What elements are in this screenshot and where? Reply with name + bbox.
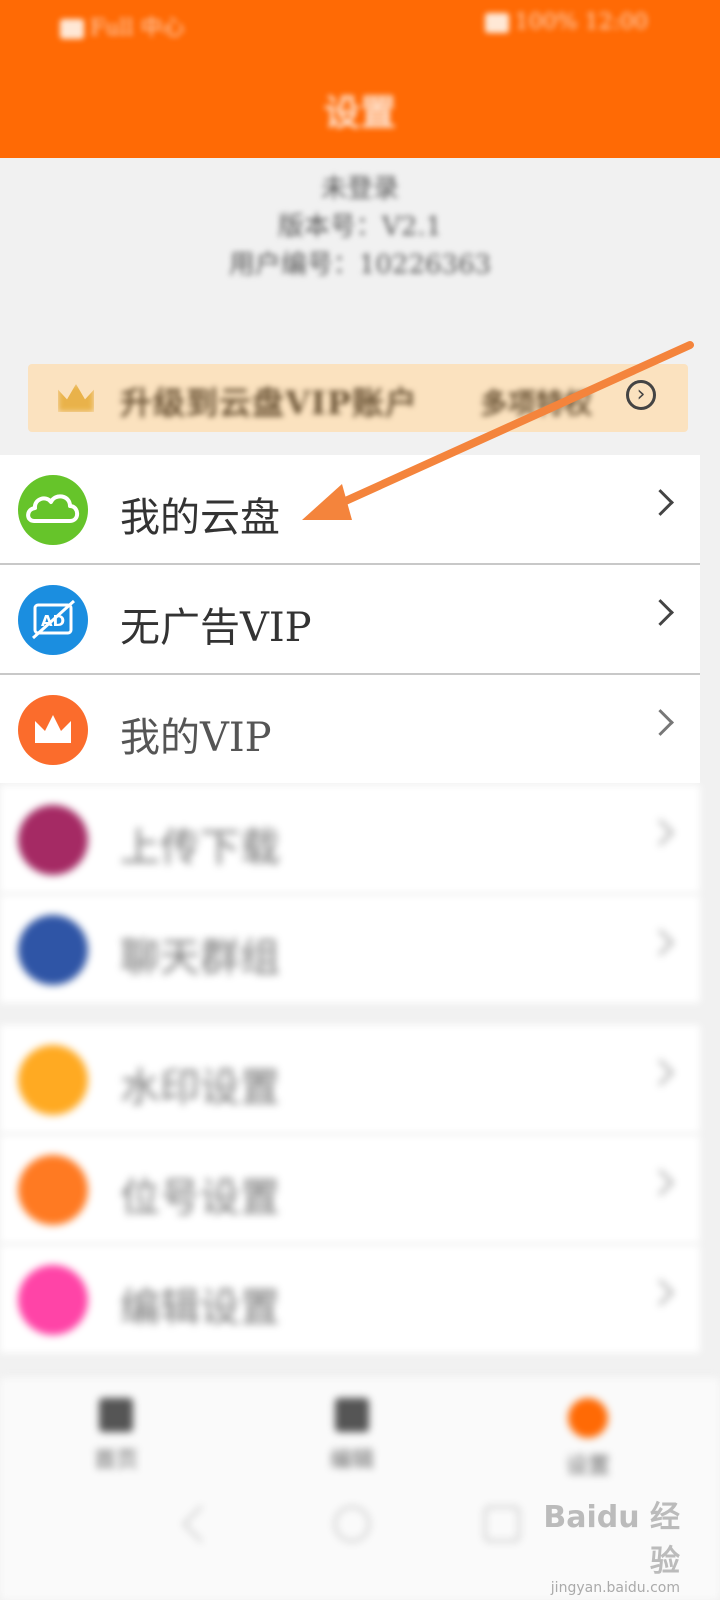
version-text: 版本号：V2.1	[277, 212, 443, 242]
menu-item-label: 位号设置	[120, 1175, 280, 1221]
chevron-right-icon	[647, 819, 674, 846]
menu-item-my-cloud[interactable]: 我的云盘	[0, 455, 700, 563]
menu-item-label: 我的云盘	[120, 495, 280, 541]
tab-edit-label: 编辑	[329, 1448, 374, 1473]
status-left-text: Full 中心	[90, 16, 185, 41]
status-bar-right: 100% 12:00	[484, 10, 648, 40]
chevron-right-circle-icon[interactable]: ›	[626, 380, 656, 410]
tab-settings-label: 设置	[565, 1454, 610, 1479]
status-right-text: 100% 12:00	[514, 10, 648, 35]
watermark-icon	[18, 1045, 88, 1115]
chevron-right-icon	[647, 1169, 674, 1196]
chevron-right-icon	[647, 709, 674, 736]
tab-home-label: 首页	[93, 1448, 138, 1473]
upload-icon	[18, 805, 88, 875]
vip-banner-subtext: 多项特权	[480, 387, 593, 420]
watermark-url: jingyan.baidu.com	[550, 1580, 680, 1596]
menu-item-label: 聊天群组	[120, 935, 280, 981]
account-info: 未登录 版本号：V2.1 用户编号：10226363	[0, 170, 720, 284]
number-icon	[18, 1155, 88, 1225]
notification-icon	[60, 19, 84, 39]
tab-edit[interactable]: 编辑	[292, 1398, 412, 1474]
settings-icon	[568, 1398, 608, 1438]
tab-settings[interactable]: 设置	[528, 1398, 648, 1480]
edit-icon	[335, 1398, 369, 1432]
chevron-right-icon	[647, 599, 674, 626]
menu-item-label: 无广告VIP	[120, 605, 312, 651]
chevron-right-icon	[647, 489, 674, 516]
menu-item-upload-download[interactable]: 上传下载	[0, 785, 700, 893]
menu-item-chat-group[interactable]: 聊天群组	[0, 895, 700, 1003]
crown-icon	[18, 695, 88, 765]
user-id-text: 用户编号：10226363	[228, 250, 492, 280]
menu-item-label: 编辑设置	[120, 1285, 280, 1331]
cloud-icon	[18, 475, 88, 545]
menu-item-label: 我的VIP	[120, 715, 272, 761]
battery-icon	[484, 13, 509, 33]
tab-home[interactable]: 首页	[56, 1398, 176, 1474]
status-bar-left: Full 中心	[60, 10, 185, 41]
baidu-watermark: Baidu 经验 jingyan.baidu.com	[540, 1492, 680, 1596]
menu-item-edit-settings[interactable]: 编辑设置	[0, 1245, 700, 1353]
menu-item-number-settings[interactable]: 位号设置	[0, 1135, 700, 1243]
watermark-logo: Baidu 经验	[543, 1500, 680, 1579]
vip-banner-text: 升级到云盘VIP账户	[120, 384, 418, 422]
menu-item-ad-free-vip[interactable]: AD 无广告VIP	[0, 565, 700, 673]
home-icon	[99, 1398, 133, 1432]
edit-icon	[18, 1265, 88, 1335]
chat-icon	[18, 915, 88, 985]
ad-block-icon: AD	[18, 585, 88, 655]
chevron-right-icon	[647, 1059, 674, 1086]
system-back-icon[interactable]	[182, 1505, 220, 1543]
system-recents-icon[interactable]	[484, 1506, 520, 1542]
chevron-right-icon	[647, 929, 674, 956]
menu-item-my-vip[interactable]: 我的VIP	[0, 675, 700, 783]
menu-item-label: 上传下载	[120, 825, 280, 871]
system-home-icon[interactable]	[334, 1506, 370, 1542]
account-name: 未登录	[320, 174, 399, 204]
menu-item-label: 水印设置	[120, 1065, 280, 1111]
page-title: 设置	[323, 92, 396, 134]
chevron-right-icon	[647, 1279, 674, 1306]
menu-item-watermark-settings[interactable]: 水印设置	[0, 1025, 700, 1133]
vip-upgrade-banner[interactable]: 升级到云盘VIP账户 多项特权 ›	[28, 364, 688, 432]
app-header: Full 中心 100% 12:00 设置	[0, 0, 720, 158]
crown-icon	[58, 384, 94, 412]
